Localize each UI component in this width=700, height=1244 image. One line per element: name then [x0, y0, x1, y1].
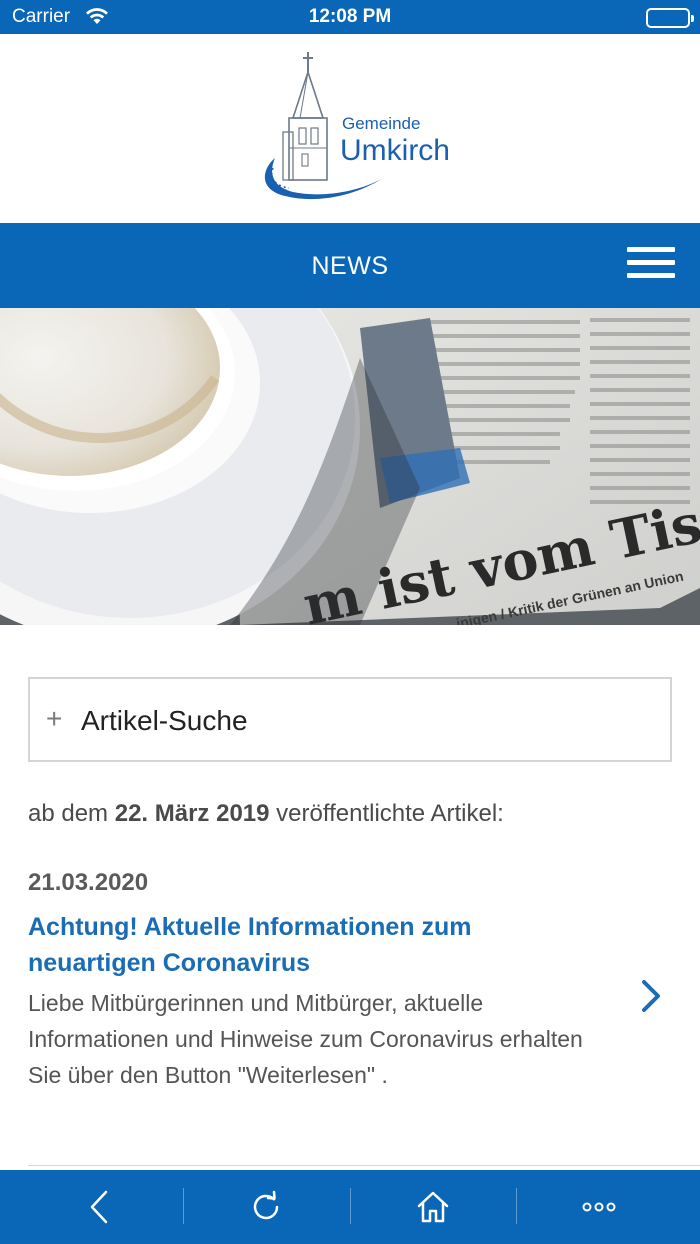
listing-suffix: veröffentlichte Artikel: [269, 800, 504, 827]
divider [28, 1165, 700, 1166]
listing-prefix: ab dem [28, 800, 115, 827]
listing-date: 22. März 2019 [114, 800, 270, 827]
bottom-toolbar [0, 1170, 700, 1244]
hero-image: m ist vom Tisch inigen / Kritik der Grün… [0, 308, 700, 625]
article-teaser: Liebe Mitbürgerinnen und Mitbürger, aktu… [28, 990, 583, 1088]
hamburger-menu-icon[interactable] [627, 247, 675, 283]
search-label: Artikel-Suche [81, 705, 248, 736]
page-title: NEWS [311, 252, 389, 280]
logo-text-gemeinde: Gemeinde [342, 114, 421, 133]
plus-icon: + [46, 703, 63, 734]
more-icon[interactable] [516, 1170, 682, 1244]
back-icon[interactable] [16, 1170, 182, 1244]
article-search-toggle[interactable]: + Artikel-Suche [28, 677, 672, 762]
home-icon[interactable] [350, 1170, 516, 1244]
status-bar: Carrier 12:08 PM [0, 0, 700, 34]
listing-info: ab dem 22. März 2019 veröffentlichte Art… [28, 800, 504, 828]
clock: 12:08 PM [308, 6, 392, 27]
logo-header: Gemeinde Umkirch [0, 34, 700, 223]
logo-text-umkirch: Umkirch [340, 134, 450, 167]
reload-icon[interactable] [183, 1170, 349, 1244]
article-date: 21.03.2020 [28, 869, 149, 896]
chevron-right-icon[interactable] [636, 978, 666, 1014]
article-title-link[interactable]: Achtung! Aktuelle Informationen zum neua… [28, 909, 588, 981]
nav-bar: NEWS [0, 223, 700, 308]
battery-icon [646, 8, 694, 28]
